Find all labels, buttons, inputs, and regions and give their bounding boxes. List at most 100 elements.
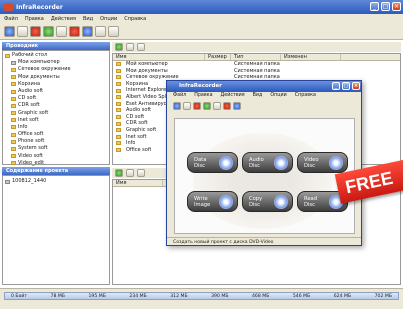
scale-tick-label: 234 МБ <box>129 294 147 299</box>
tree-item[interactable]: Рабочий стол <box>5 52 107 59</box>
folder-icon <box>116 141 121 146</box>
col-modified[interactable]: Изменен <box>281 54 341 60</box>
tree-item[interactable]: Мои документы <box>5 74 107 81</box>
folder-icon[interactable] <box>137 169 145 177</box>
tree-item[interactable]: Graphic soft <box>5 110 107 117</box>
views-icon[interactable] <box>137 43 145 51</box>
dialog-record-icon[interactable] <box>223 101 231 110</box>
copy-disc-icon[interactable] <box>43 25 54 37</box>
scale-tick-label: 312 МБ <box>170 294 188 299</box>
tree-item[interactable]: Video_edit <box>5 160 107 167</box>
col-size[interactable]: Размер <box>205 54 231 60</box>
file-row[interactable]: Мой компьютер Системная папка <box>113 61 400 68</box>
dialog-maximize-button[interactable]: □ <box>342 82 350 90</box>
erase-icon[interactable] <box>56 25 67 37</box>
scale-tick-label: 546 МБ <box>292 294 311 299</box>
project-col-name[interactable]: Имя <box>113 180 163 186</box>
tools-icon[interactable] <box>95 25 106 37</box>
dialog-settings-icon[interactable] <box>233 101 241 110</box>
add-icon[interactable] <box>115 43 123 51</box>
folder-icon <box>11 147 16 152</box>
data-disc-button[interactable]: Data Disc <box>187 152 238 173</box>
dialog-menu-view[interactable]: Вид <box>253 92 263 100</box>
minimize-button[interactable]: _ <box>370 2 379 11</box>
menu-options[interactable]: Опции <box>100 16 117 22</box>
list-toolbar <box>112 42 401 52</box>
menu-actions[interactable]: Действия <box>51 16 76 22</box>
new-project-icon[interactable] <box>4 25 15 37</box>
folder-icon <box>11 75 16 80</box>
dialog-close-button[interactable]: × <box>352 82 360 90</box>
dialog-erase-icon[interactable] <box>213 101 221 110</box>
folder-icon <box>116 108 121 113</box>
col-type[interactable]: Тип <box>231 54 281 60</box>
folder-icon <box>116 128 121 133</box>
up-icon[interactable] <box>126 43 134 51</box>
dialog-menu-edit[interactable]: Правка <box>194 92 212 100</box>
folder-icon <box>11 139 16 144</box>
scale-tick-label: 0 Байт <box>11 294 28 299</box>
dialog-menu-help[interactable]: Справка <box>295 92 316 100</box>
project-tree[interactable]: 100812_1440 <box>2 175 110 285</box>
add-to-project-icon[interactable] <box>115 169 123 177</box>
scale-tick-label: 468 МБ <box>252 294 270 299</box>
copy-disc-button[interactable]: Copy Disc <box>242 191 293 212</box>
record-icon[interactable] <box>69 25 80 37</box>
tree-item[interactable]: CDR soft <box>5 102 107 109</box>
project-item[interactable]: 100812_1440 <box>5 178 107 185</box>
disc-capacity-scale: 0 Байт 78 МБ 195 МБ 234 МБ 312 МБ 390 МБ 468 М… <box>4 292 399 300</box>
scale-tick-label: 78 МБ <box>50 294 65 299</box>
folder-icon <box>11 103 16 108</box>
dialog-menu-bar: Файл Правка Действия Вид Опции Справка <box>167 92 361 100</box>
dialog-menu-options[interactable]: Опции <box>270 92 286 100</box>
tree-item[interactable]: System soft <box>5 145 107 152</box>
window-title: InfraRecorder <box>16 3 63 11</box>
window-titlebar[interactable]: InfraRecorder <box>0 0 403 14</box>
menu-edit[interactable]: Правка <box>25 16 44 22</box>
properties-icon[interactable] <box>82 25 93 37</box>
folder-icon <box>116 75 121 80</box>
dialog-menu-file[interactable]: Файл <box>173 92 186 100</box>
menu-file[interactable]: Файл <box>4 16 18 22</box>
computer-icon <box>11 60 16 65</box>
dialog-menu-actions[interactable]: Действия <box>221 92 245 100</box>
folder-icon <box>11 96 16 101</box>
file-row[interactable]: Мои документы Системная папка <box>113 68 400 75</box>
tree-item[interactable]: Phone soft <box>5 138 107 145</box>
folder-icon <box>116 88 121 93</box>
scale-tick-label: 702 МБ <box>374 294 392 299</box>
dialog-burn-icon[interactable] <box>193 101 201 110</box>
tree-item[interactable]: Audio soft <box>5 88 107 95</box>
dialog-open-icon[interactable] <box>183 101 191 110</box>
menu-help[interactable]: Справка <box>124 16 146 22</box>
tree-item[interactable]: Video soft <box>5 153 107 160</box>
help-icon[interactable] <box>108 25 119 37</box>
maximize-button[interactable]: □ <box>381 2 390 11</box>
tree-item[interactable]: Корзина <box>5 81 107 88</box>
file-list-header: Имя Размер Тип Изменен <box>113 54 400 61</box>
col-name[interactable]: Имя <box>113 54 205 60</box>
burn-icon[interactable] <box>30 25 41 37</box>
audio-disc-button[interactable]: Audio Disc <box>242 152 293 173</box>
video-disc-button[interactable]: Video Disc <box>297 152 348 173</box>
tree-item[interactable]: CD soft <box>5 95 107 102</box>
tree-item[interactable]: Inet soft <box>5 117 107 124</box>
remove-icon[interactable] <box>126 169 134 177</box>
tree-item[interactable]: Info <box>5 124 107 131</box>
dialog-new-icon[interactable] <box>173 101 181 110</box>
tree-item[interactable]: Мои компьютер <box>5 59 107 66</box>
menu-view[interactable]: Вид <box>83 16 93 22</box>
folder-icon <box>116 62 121 67</box>
folder-icon <box>116 82 121 87</box>
folder-tree[interactable]: Рабочий стол Мои компьютер Сетевое окружен… <box>2 50 110 167</box>
dialog-titlebar[interactable]: InfraRecorder _ □ × <box>167 81 361 92</box>
dialog-copy-icon[interactable] <box>203 101 211 110</box>
write-image-button[interactable]: Write Image <box>187 191 238 212</box>
explorer-panel: Проводник Рабочий стол Мои компьютер Сетев… <box>2 42 110 167</box>
close-button[interactable]: × <box>392 2 401 11</box>
tree-item[interactable]: Office soft <box>5 131 107 138</box>
folder-icon <box>11 161 16 166</box>
dialog-minimize-button[interactable]: _ <box>332 82 340 90</box>
open-icon[interactable] <box>17 25 28 37</box>
tree-item[interactable]: Сетевое окружение <box>5 66 107 73</box>
